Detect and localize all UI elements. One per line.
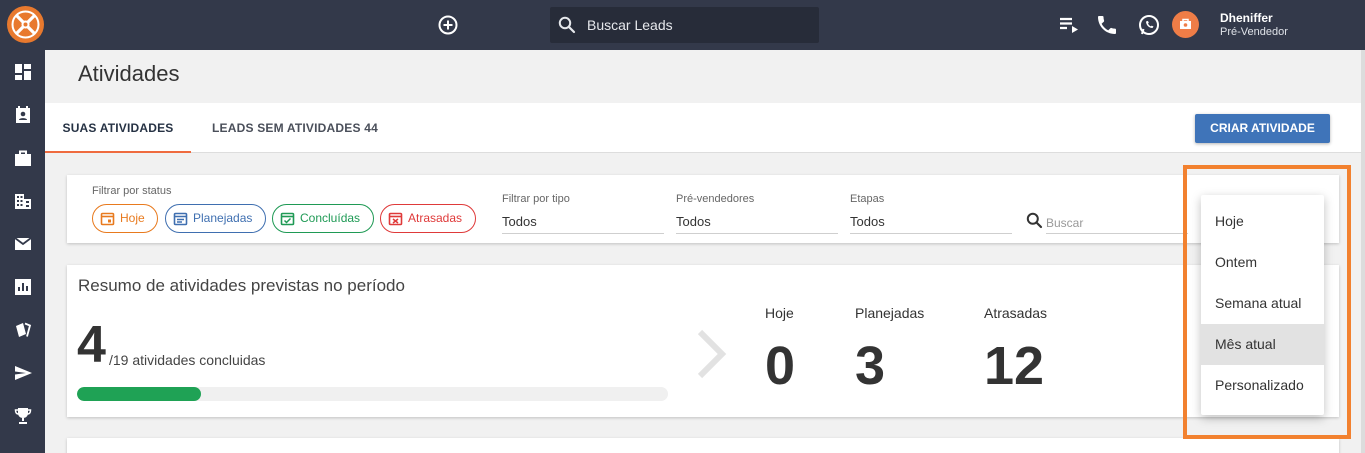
trophy-icon[interactable] (13, 406, 33, 426)
add-circle-icon[interactable] (437, 14, 459, 36)
summary-card: Resumo de atividades previstas no períod… (67, 265, 1339, 417)
type-filter-label: Filtrar por tipo (502, 193, 570, 205)
avatar[interactable] (1172, 11, 1199, 38)
search-icon (558, 16, 576, 34)
period-option-hoje[interactable]: Hoje (1201, 201, 1324, 242)
send-icon[interactable] (13, 363, 33, 383)
activity-search-input[interactable] (1046, 212, 1188, 234)
period-option-semana-atual[interactable]: Semana atual (1201, 283, 1324, 324)
activity-list-card (67, 438, 1339, 453)
create-activity-button[interactable]: CRIAR ATIVIDADE (1195, 114, 1330, 143)
playlist-icon[interactable] (1057, 13, 1081, 37)
tab-leads-sem-atividades[interactable]: LEADS SEM ATIVIDADES 44 (212, 103, 378, 153)
period-option-mes-atual[interactable]: Mês atual (1201, 324, 1324, 365)
completion-progress-fill (77, 387, 202, 401)
user-role: Pré-Vendedor (1220, 26, 1288, 38)
chip-atrasadas[interactable]: Atrasadas (380, 204, 476, 233)
dashboard-icon[interactable] (13, 62, 33, 82)
top-bar: Buscar Leads Dheniffer Pré-Vendedor (0, 0, 1365, 50)
calendar-check-icon (280, 212, 295, 226)
chevron-right-icon (697, 329, 727, 379)
cards-icon[interactable] (13, 320, 33, 340)
stat-planejadas-value: 3 (855, 336, 886, 396)
briefcase-icon[interactable] (13, 148, 33, 168)
calendar-list-icon (173, 212, 188, 226)
contacts-icon[interactable] (13, 105, 33, 125)
chip-planejadas-label: Planejadas (193, 211, 253, 225)
chip-concluidas-label: Concluídas (300, 211, 361, 225)
chip-concluidas[interactable]: Concluídas (272, 204, 374, 233)
calendar-x-icon (388, 212, 403, 226)
completed-count: 4 (77, 316, 106, 374)
chip-atrasadas-label: Atrasadas (408, 211, 463, 225)
chart-icon[interactable] (13, 277, 33, 297)
chip-planejadas[interactable]: Planejadas (165, 204, 266, 233)
type-filter-select[interactable]: Todos (502, 214, 664, 234)
whatsapp-icon[interactable] (1137, 13, 1161, 37)
user-name[interactable]: Dheniffer (1220, 11, 1273, 25)
phone-icon[interactable] (1095, 13, 1119, 37)
lead-search-box[interactable]: Buscar Leads (550, 7, 819, 43)
filter-card: Filtrar por status Hoje Planejadas Concl… (67, 175, 1339, 243)
presales-filter-label: Pré-vendedores (676, 193, 755, 205)
completion-progress-bar (77, 387, 668, 401)
period-option-ontem[interactable]: Ontem (1201, 242, 1324, 283)
stages-filter-label: Etapas (850, 193, 885, 205)
scrollbar-track[interactable] (1361, 50, 1365, 453)
page-title: Atividades (78, 61, 180, 86)
stat-hoje-value: 0 (765, 336, 796, 396)
period-dropdown-menu: Hoje Ontem Semana atual Mês atual Person… (1201, 195, 1324, 415)
stat-planejadas-label: Planejadas (855, 305, 925, 321)
presales-filter-select[interactable]: Todos (676, 214, 838, 234)
tabs-bar: SUAS ATIVIDADES LEADS SEM ATIVIDADES 44 (45, 103, 1361, 153)
app-logo[interactable] (7, 6, 44, 43)
calendar-today-icon (100, 212, 115, 226)
summary-title: Resumo de atividades previstas no períod… (78, 276, 405, 295)
completed-total-text: /19 atividades concluidas (109, 352, 266, 368)
sidebar (0, 50, 45, 453)
period-option-personalizado[interactable]: Personalizado (1201, 365, 1324, 406)
mail-icon[interactable] (13, 234, 33, 254)
building-icon[interactable] (13, 191, 33, 211)
stat-hoje-label: Hoje (765, 305, 794, 321)
status-filter-label: Filtrar por status (92, 185, 172, 197)
tab-suas-atividades[interactable]: SUAS ATIVIDADES (45, 103, 191, 153)
search-icon (1026, 212, 1043, 229)
chip-hoje[interactable]: Hoje (92, 204, 158, 233)
lead-search-placeholder: Buscar Leads (587, 17, 673, 33)
stat-atrasadas-label: Atrasadas (984, 305, 1048, 321)
stat-atrasadas-value: 12 (984, 336, 1045, 396)
user-badge-icon (1180, 18, 1191, 29)
chip-hoje-label: Hoje (120, 211, 145, 225)
stages-filter-select[interactable]: Todos (850, 214, 1012, 234)
